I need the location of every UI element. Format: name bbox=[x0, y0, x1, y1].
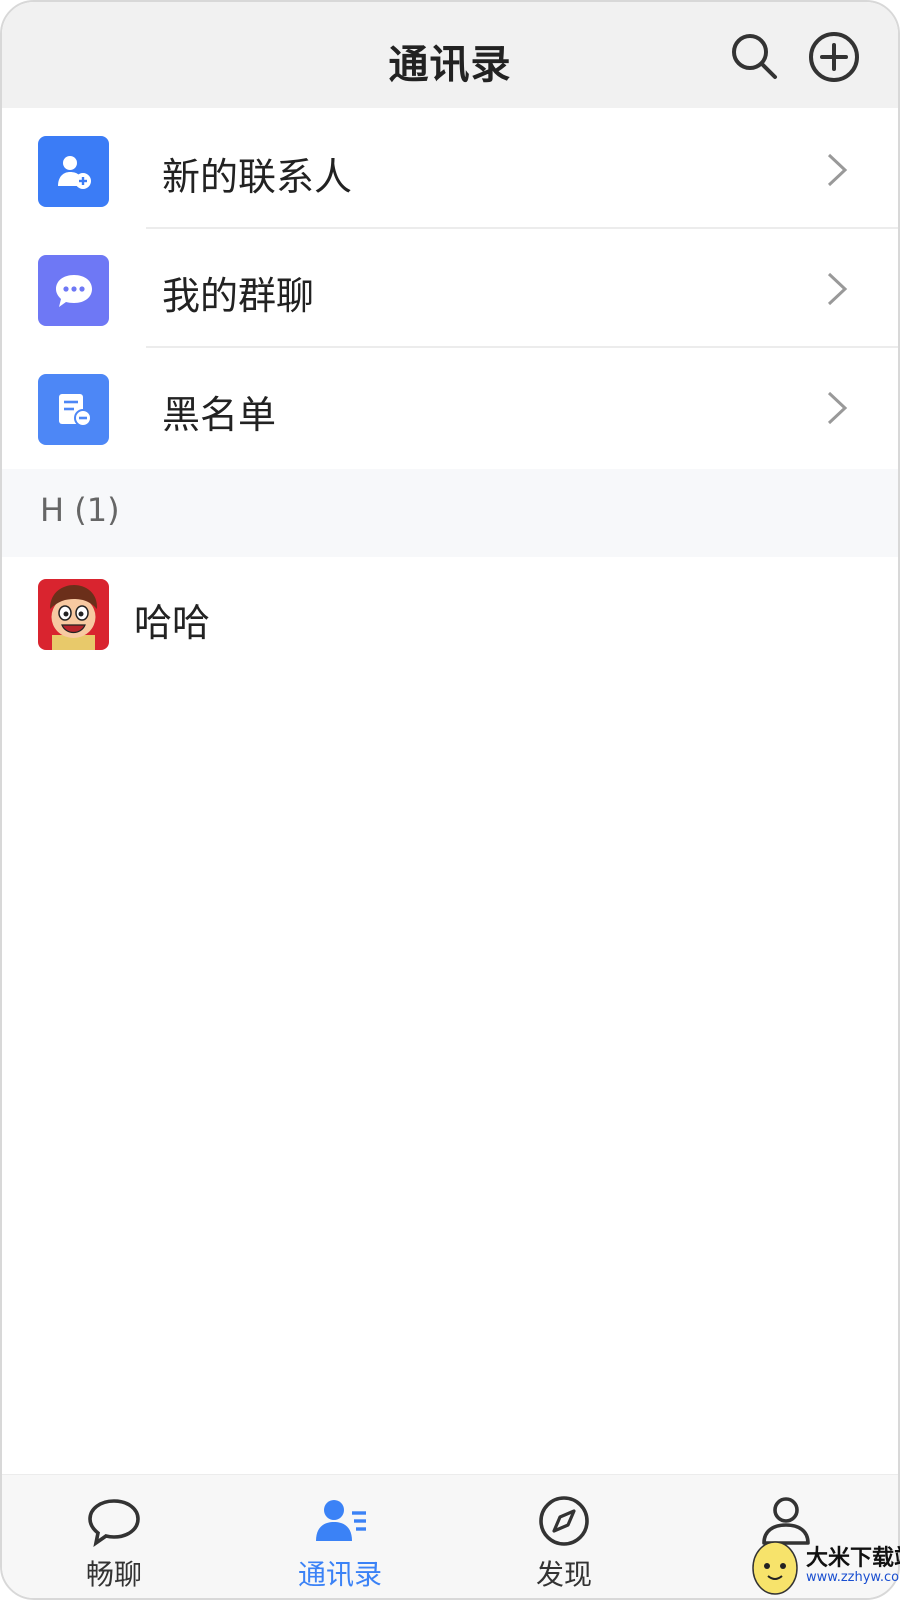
chevron-right-icon bbox=[827, 272, 848, 306]
tab-label: 通讯录 bbox=[297, 1558, 382, 1591]
section-label: H (1) bbox=[40, 491, 120, 529]
plus-circle-icon[interactable] bbox=[807, 30, 861, 84]
egg-mascot-icon bbox=[752, 1541, 798, 1595]
chat-icon bbox=[88, 1499, 140, 1548]
menu-label: 我的群聊 bbox=[162, 274, 315, 318]
menu-item-blacklist[interactable]: 黑名单 bbox=[2, 348, 898, 467]
tab-contacts[interactable]: 通讯录 bbox=[280, 1475, 400, 1598]
tab-label: 畅聊 bbox=[85, 1558, 142, 1591]
watermark-text: 大米下载站 bbox=[806, 1546, 900, 1571]
menu-item-new-contacts[interactable]: 新的联系人 bbox=[2, 110, 898, 229]
menu-label: 黑名单 bbox=[162, 393, 277, 437]
header-bar: 通讯录 bbox=[2, 2, 898, 108]
watermark-url: www.zzhyw.com bbox=[806, 1570, 900, 1585]
menu-label: 新的联系人 bbox=[162, 155, 353, 199]
add-user-icon bbox=[38, 136, 109, 207]
chat-bubble-icon bbox=[38, 255, 109, 326]
contact-row[interactable]: 哈哈 bbox=[2, 562, 898, 668]
tab-label: 发现 bbox=[535, 1558, 592, 1591]
chevron-right-icon bbox=[827, 153, 848, 187]
contact-name: 哈哈 bbox=[134, 601, 211, 645]
avatar bbox=[38, 579, 109, 650]
app-frame: 通讯录 新的联系人 我的群聊 黑名单 H (1) 哈哈 畅聊 通讯录 发现 bbox=[0, 0, 900, 1600]
chevron-right-icon bbox=[827, 391, 848, 425]
section-header: H (1) bbox=[2, 469, 898, 557]
tab-discover[interactable]: 发现 bbox=[504, 1475, 624, 1598]
compass-icon bbox=[539, 1496, 589, 1546]
watermark: 大米下载站 www.zzhyw.com bbox=[750, 1528, 900, 1600]
tab-chat[interactable]: 畅聊 bbox=[54, 1475, 174, 1598]
block-list-icon bbox=[38, 374, 109, 445]
search-icon[interactable] bbox=[728, 30, 782, 84]
contacts-icon bbox=[316, 1500, 366, 1541]
menu-item-group-chats[interactable]: 我的群聊 bbox=[2, 229, 898, 348]
